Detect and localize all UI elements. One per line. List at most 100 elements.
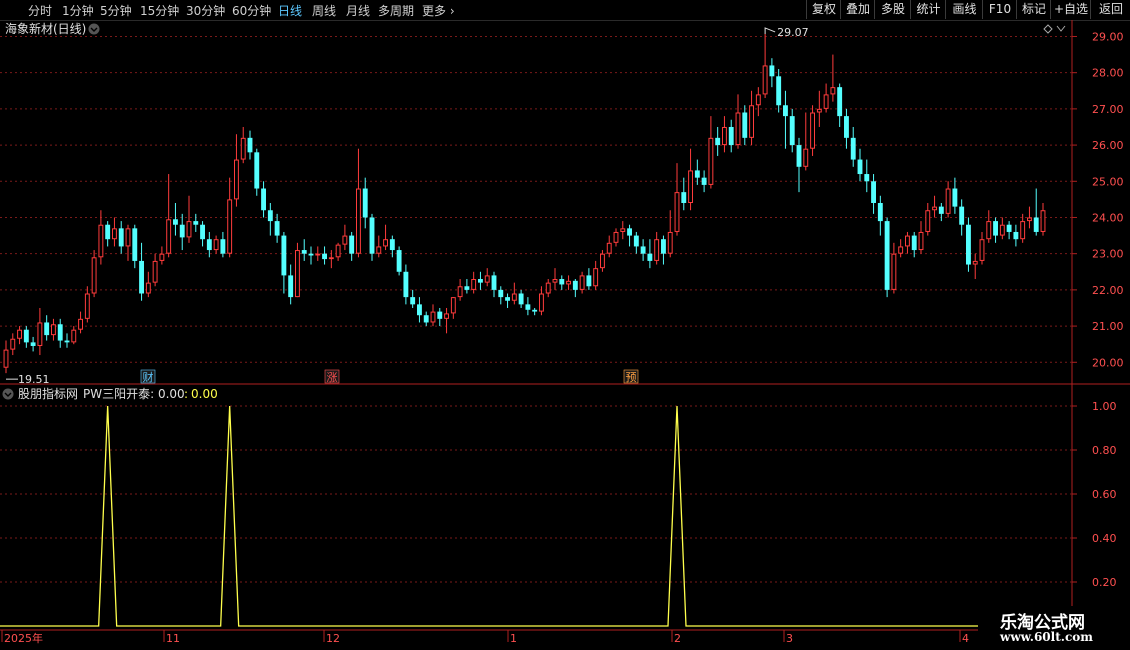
- candle: [633, 231, 639, 254]
- period-0[interactable]: 分时: [28, 2, 52, 19]
- main-ytick-label-9: 29.00: [1092, 30, 1124, 43]
- period-7[interactable]: 周线: [312, 2, 336, 19]
- candle-body: [694, 170, 700, 178]
- candle: [776, 69, 782, 113]
- period-1[interactable]: 1分钟: [62, 2, 94, 19]
- toolbar-button-3[interactable]: 统计: [910, 0, 946, 19]
- candle-body: [938, 206, 944, 214]
- main-ytick-label-2: 22.00: [1092, 284, 1124, 297]
- candle: [566, 275, 571, 290]
- candle: [383, 224, 388, 251]
- candle-body: [295, 250, 300, 298]
- period-5[interactable]: 60分钟: [232, 2, 271, 19]
- candle-body: [1040, 210, 1046, 232]
- candle-body: [505, 297, 510, 301]
- toolbar-button-6[interactable]: 标记: [1016, 0, 1051, 19]
- toolbar-button-1[interactable]: 叠加: [840, 0, 875, 19]
- candle-body: [139, 260, 144, 294]
- candle: [200, 221, 205, 247]
- candle-body: [30, 342, 36, 346]
- toolbar-button-7[interactable]: +自选: [1050, 0, 1091, 19]
- candle-body: [1027, 217, 1032, 222]
- candle-body: [444, 313, 449, 319]
- candle: [145, 271, 151, 298]
- candle: [491, 271, 497, 298]
- candle-body: [579, 275, 585, 290]
- candle: [23, 326, 29, 348]
- candle-body: [1020, 221, 1026, 240]
- toolbar-button-4[interactable]: 画线: [945, 0, 983, 19]
- candle: [17, 326, 22, 345]
- candle: [708, 116, 714, 189]
- candle-body: [37, 322, 43, 346]
- candle-body: [423, 315, 429, 323]
- main-panel-menu-icon: [88, 23, 100, 35]
- candle: [301, 239, 307, 261]
- candle-body: [78, 318, 83, 330]
- candle-body: [71, 329, 77, 343]
- candle-body: [301, 250, 307, 254]
- indicator-name-value: PW三阳开泰: 0.00: [83, 387, 185, 401]
- candle-body: [91, 257, 97, 294]
- toolbar-button-2[interactable]: 多股: [874, 0, 911, 19]
- candle: [423, 311, 429, 327]
- candle-body: [620, 228, 626, 232]
- collapse-icon: [1056, 25, 1066, 32]
- candle-body: [186, 221, 192, 238]
- candle: [1040, 203, 1046, 236]
- candle-body: [267, 210, 273, 222]
- candle: [159, 246, 165, 265]
- candle: [945, 181, 951, 218]
- period-10[interactable]: 更多 ›: [422, 2, 455, 19]
- x-label-4: 2: [674, 632, 681, 645]
- candle-body: [722, 126, 727, 146]
- candle-body: [647, 253, 653, 261]
- candle-body: [145, 282, 151, 294]
- candle-body: [288, 275, 294, 298]
- period-4[interactable]: 30分钟: [186, 2, 225, 19]
- candle-body: [606, 242, 612, 254]
- candle-body: [932, 206, 937, 211]
- candle: [349, 231, 355, 261]
- candle-body: [972, 260, 978, 265]
- event-marker-0: 财: [143, 370, 154, 384]
- candle-body: [213, 239, 219, 251]
- candle: [681, 177, 687, 211]
- toolbar-button-0[interactable]: 复权: [806, 0, 841, 19]
- x-label-3: 1: [510, 632, 517, 645]
- toolbar-button-8[interactable]: 返回: [1090, 0, 1130, 19]
- candle: [396, 246, 402, 276]
- candle-body: [559, 279, 565, 285]
- candle-body: [918, 231, 924, 251]
- period-8[interactable]: 月线: [346, 2, 370, 19]
- period-2[interactable]: 5分钟: [100, 2, 132, 19]
- period-9[interactable]: 多周期: [378, 2, 414, 19]
- candle-body: [952, 188, 958, 207]
- candle: [166, 174, 172, 258]
- candle-body: [552, 279, 558, 283]
- candle: [783, 90, 788, 149]
- candle-body: [152, 260, 158, 283]
- period-3[interactable]: 15分钟: [140, 2, 179, 19]
- candle-body: [891, 253, 897, 290]
- candle-body: [796, 145, 802, 167]
- candle: [816, 90, 822, 127]
- toolbar-button-5[interactable]: F10: [982, 0, 1017, 19]
- candle: [857, 148, 863, 182]
- candle-body: [877, 203, 883, 222]
- candle-body: [51, 324, 56, 336]
- candle: [410, 289, 416, 308]
- candle: [213, 235, 219, 254]
- candle: [532, 307, 538, 316]
- candle: [450, 297, 456, 319]
- candle: [932, 195, 937, 218]
- candle: [620, 221, 626, 240]
- candle-body: [925, 210, 931, 232]
- period-6[interactable]: 日线: [278, 2, 302, 19]
- candle-body: [749, 105, 754, 138]
- candle: [267, 203, 273, 236]
- candle-body: [173, 219, 178, 225]
- candle-body: [755, 94, 761, 106]
- candle-body: [633, 235, 639, 247]
- candle: [762, 33, 768, 99]
